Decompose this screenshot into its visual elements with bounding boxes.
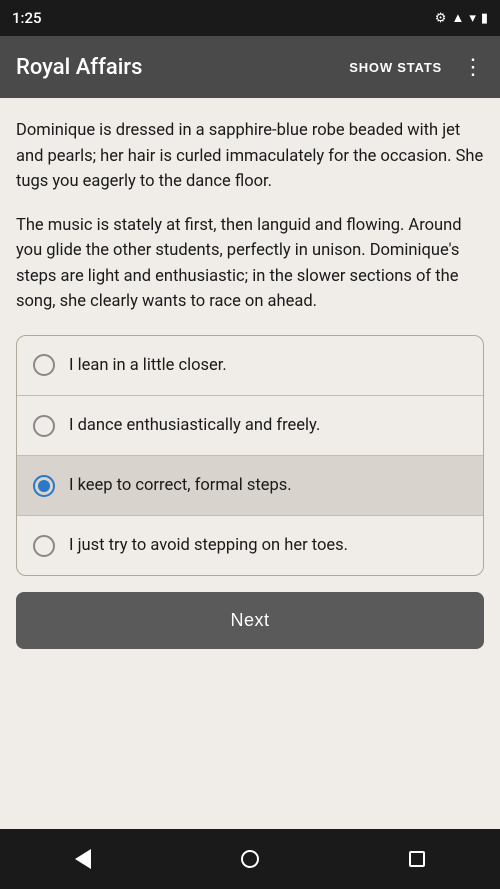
more-options-button[interactable]: ⋮	[462, 54, 484, 80]
app-title: Royal Affairs	[16, 55, 142, 80]
settings-icon: ⚙	[435, 11, 447, 26]
wifi-icon: ▾	[469, 11, 476, 26]
story-paragraph-2: The music is stately at first, then lang…	[16, 213, 484, 315]
status-icons: ⚙ ▲ ▾ ▮	[435, 10, 488, 26]
recents-button[interactable]	[385, 843, 449, 875]
next-button[interactable]: Next	[16, 592, 484, 649]
home-button[interactable]	[217, 842, 283, 876]
show-stats-button[interactable]: SHOW STATS	[345, 56, 446, 79]
choice-item-4[interactable]: I just try to avoid stepping on her toes…	[17, 516, 483, 575]
spacer	[16, 657, 484, 817]
choice-item-1[interactable]: I lean in a little closer.	[17, 336, 483, 396]
choice-item-2[interactable]: I dance enthusiastically and freely.	[17, 396, 483, 456]
choice-label-2: I dance enthusiastically and freely.	[69, 414, 320, 437]
radio-inner-3	[38, 480, 50, 492]
app-bar: Royal Affairs SHOW STATS ⋮	[0, 36, 500, 98]
radio-4	[33, 535, 55, 557]
radio-3	[33, 475, 55, 497]
choice-item-3[interactable]: I keep to correct, formal steps.	[17, 456, 483, 516]
choice-label-3: I keep to correct, formal steps.	[69, 474, 292, 497]
nav-bar	[0, 829, 500, 889]
choice-label-4: I just try to avoid stepping on her toes…	[69, 534, 348, 557]
home-icon	[241, 850, 259, 868]
story-text: Dominique is dressed in a sapphire-blue …	[16, 118, 484, 315]
back-button[interactable]	[51, 841, 115, 877]
status-bar: 1:25 ⚙ ▲ ▾ ▮	[0, 0, 500, 36]
story-paragraph-1: Dominique is dressed in a sapphire-blue …	[16, 118, 484, 195]
recents-icon	[409, 851, 425, 867]
radio-2	[33, 415, 55, 437]
status-time: 1:25	[12, 9, 42, 27]
main-content: Dominique is dressed in a sapphire-blue …	[0, 98, 500, 829]
choices-container: I lean in a little closer. I dance enthu…	[16, 335, 484, 576]
back-icon	[75, 849, 91, 869]
choice-label-1: I lean in a little closer.	[69, 354, 227, 377]
app-bar-actions: SHOW STATS ⋮	[345, 54, 484, 80]
battery-icon: ▮	[481, 11, 488, 26]
radio-1	[33, 354, 55, 376]
signal-icon: ▲	[451, 10, 464, 26]
